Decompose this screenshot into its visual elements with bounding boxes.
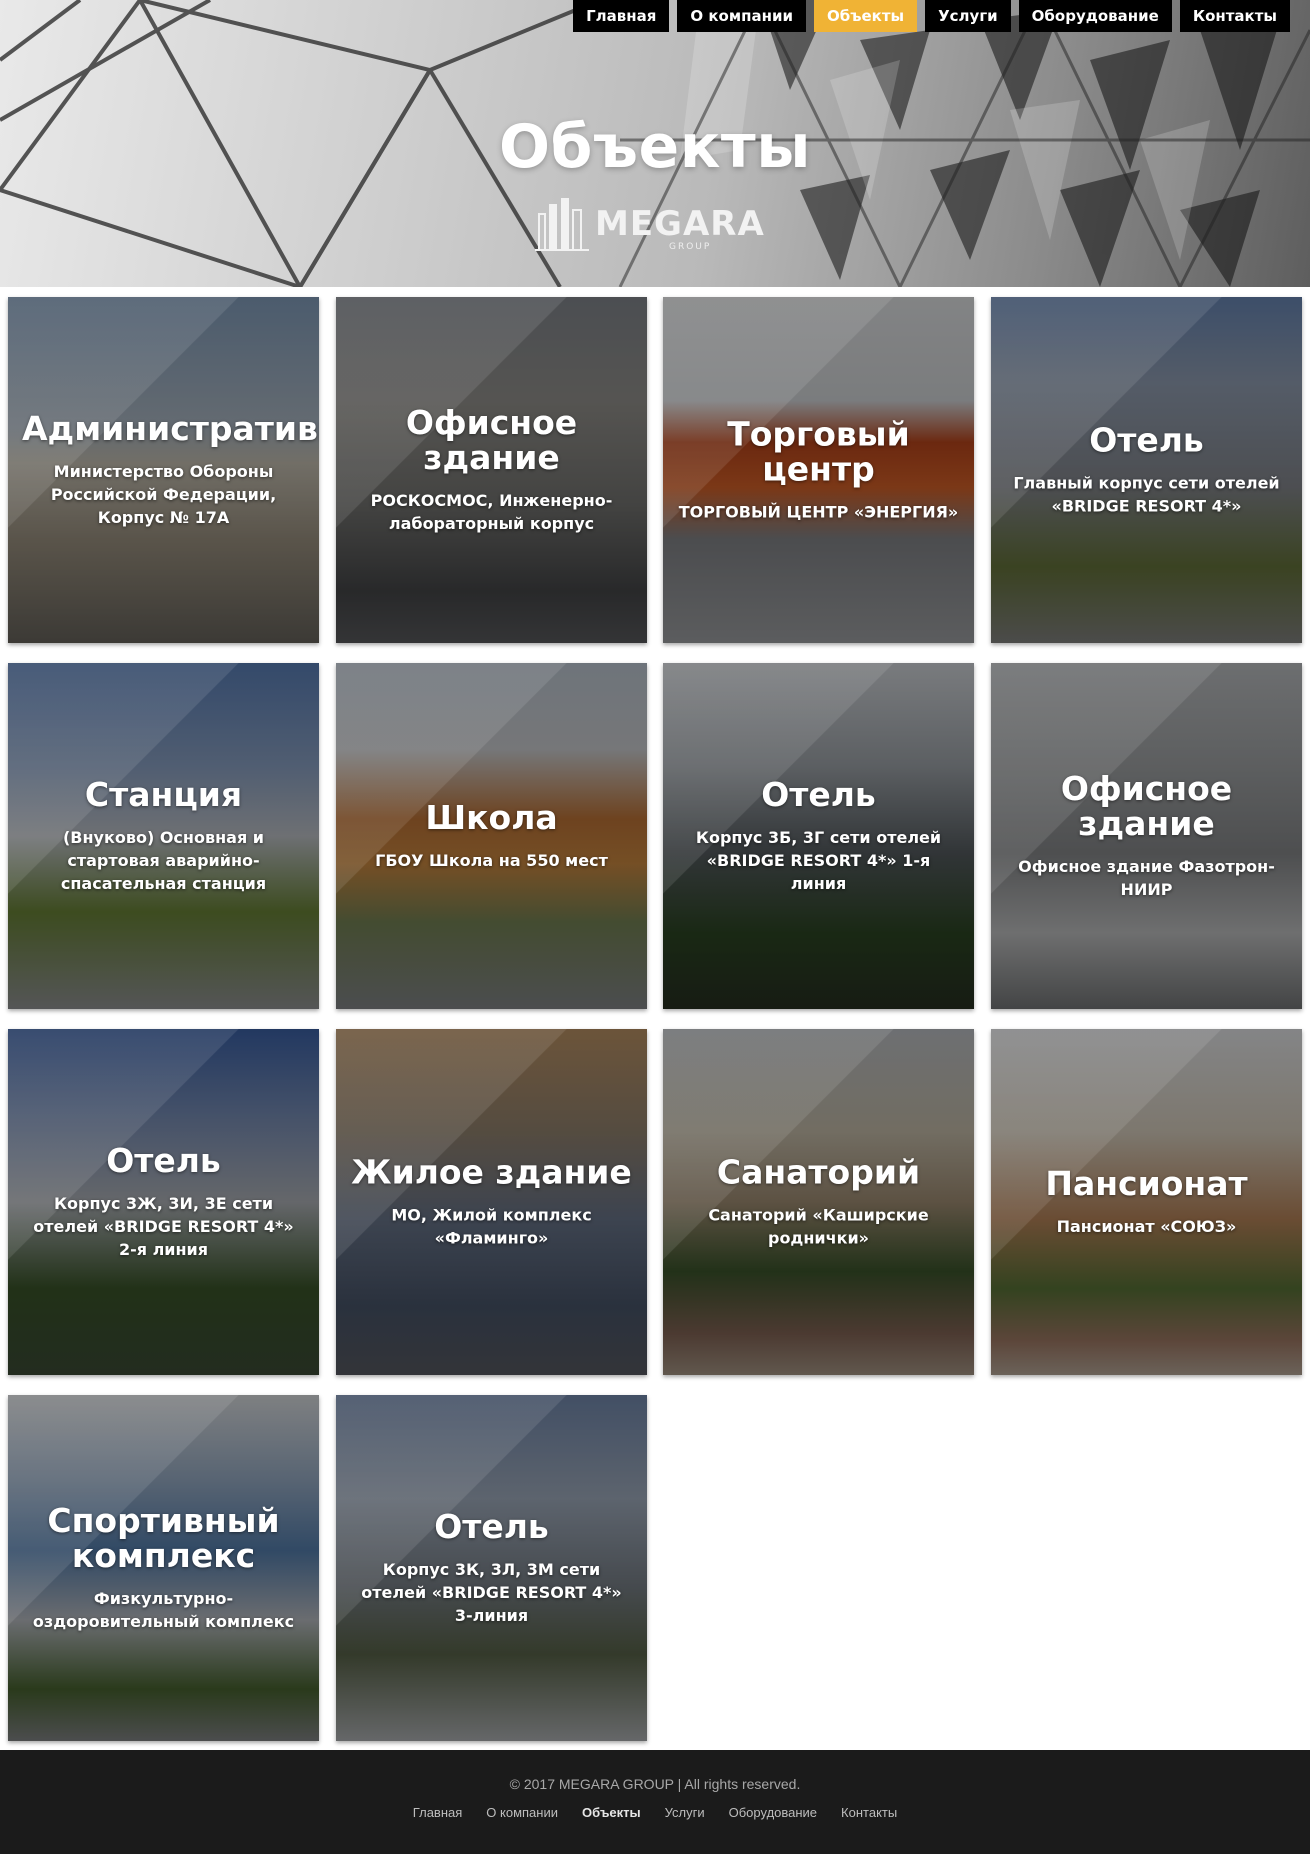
card-title: Отель	[106, 1141, 221, 1180]
object-card[interactable]: Офисное здание Офисное здание Фазотрон-Н…	[991, 663, 1302, 1009]
footer-link-about[interactable]: О компании	[486, 1805, 558, 1820]
nav-item-equipment[interactable]: Оборудование	[1018, 0, 1172, 32]
card-subtitle: Корпус 3К, 3Л, 3М сети отелей «BRIDGE RE…	[361, 1560, 622, 1625]
card-title: Торговый центр	[727, 414, 910, 489]
nav-item-contacts[interactable]: Контакты	[1179, 0, 1290, 32]
card-subtitle: ГБОУ Школа на 550 мест	[375, 851, 608, 870]
card-title: Станция	[84, 775, 243, 814]
card-title: Отель	[1089, 420, 1204, 460]
card-title: Санаторий	[716, 1152, 921, 1192]
main-nav: Главная О компании Объекты Услуги Оборуд…	[573, 0, 1290, 32]
logo-building-icon	[535, 198, 589, 251]
card-title: Административное здание	[22, 409, 319, 448]
logo-text: MEGARA	[595, 204, 765, 244]
footer-link-services[interactable]: Услуги	[665, 1805, 705, 1820]
object-card[interactable]: Спортивный комплекс Физкультурно-оздоров…	[8, 1395, 319, 1741]
page-title: Объекты	[499, 112, 811, 182]
card-subtitle: МО, Жилой комплекс «Фламинго»	[391, 1205, 592, 1248]
logo-subtext: GROUP	[669, 242, 712, 252]
object-card[interactable]: Отель Корпус 3Б, 3Г сети отелей «BRIDGE …	[663, 663, 974, 1009]
card-title: Отель	[434, 1507, 549, 1546]
card-title: Офисное здание	[405, 403, 578, 477]
card-subtitle: Корпус 3Ж, 3И, 3Е сети отелей «BRIDGE RE…	[33, 1194, 294, 1259]
footer-link-equipment[interactable]: Оборудование	[729, 1805, 817, 1820]
object-card[interactable]: Школа ГБОУ Школа на 550 мест	[336, 663, 647, 1009]
object-card[interactable]: Офисное здание РОСКОСМОС, Инженерно-лабо…	[336, 297, 647, 643]
object-card[interactable]: Отель Корпус 3К, 3Л, 3М сети отелей «BRI…	[336, 1395, 647, 1741]
card-title: Отель	[761, 775, 876, 814]
object-card[interactable]: Административное здание Министерство Обо…	[8, 297, 319, 643]
card-subtitle: Корпус 3Б, 3Г сети отелей «BRIDGE RESORT…	[695, 828, 942, 893]
nav-item-objects[interactable]: Объекты	[813, 0, 918, 32]
footer-link-contacts[interactable]: Контакты	[841, 1805, 897, 1820]
card-title: Спортивный комплекс	[47, 1501, 280, 1575]
nav-item-home[interactable]: Главная	[573, 0, 670, 32]
object-card[interactable]: Санаторий Санаторий «Каширские роднички»	[663, 1029, 974, 1375]
card-subtitle: Офисное здание Фазотрон-НИИР	[1018, 857, 1275, 899]
card-subtitle: Главный корпус сети отелей «BRIDGE RESOR…	[1013, 473, 1280, 516]
object-card[interactable]: Пансионат Пансионат «СОЮЗ»	[991, 1029, 1302, 1375]
copyright-text: © 2017 MEGARA GROUP | All rights reserve…	[509, 1776, 801, 1792]
card-subtitle: Министерство Обороны Российской Федераци…	[50, 462, 277, 527]
hero-banner: Главная О компании Объекты Услуги Оборуд…	[0, 0, 1310, 287]
object-card[interactable]: Отель Корпус 3Ж, 3И, 3Е сети отелей «BRI…	[8, 1029, 319, 1375]
card-subtitle: (Внуково) Основная и стартовая аварийно-…	[60, 828, 267, 893]
card-subtitle: Санаторий «Каширские роднички»	[708, 1205, 929, 1248]
megara-logo: MEGARA GROUP	[533, 194, 779, 256]
card-title: Жилое здание	[351, 1152, 632, 1192]
footer-nav: Главная О компании Объекты Услуги Оборуд…	[0, 1805, 1310, 1820]
card-subtitle: Физкультурно-оздоровительный комплекс	[32, 1589, 295, 1631]
object-card[interactable]: Станция (Внуково) Основная и стартовая а…	[8, 663, 319, 1009]
card-title: Школа	[425, 798, 558, 837]
object-card[interactable]: Отель Главный корпус сети отелей «BRIDGE…	[991, 297, 1302, 643]
nav-item-services[interactable]: Услуги	[925, 0, 1011, 32]
footer-link-home[interactable]: Главная	[413, 1805, 462, 1820]
card-subtitle: Пансионат «СОЮЗ»	[1056, 1217, 1237, 1236]
card-title: Пансионат	[1045, 1164, 1248, 1203]
object-card[interactable]: Торговый центр ТОРГОВЫЙ ЦЕНТР «ЭНЕРГИЯ»	[663, 297, 974, 643]
footer: © 2017 MEGARA GROUP | All rights reserve…	[0, 1750, 1310, 1854]
nav-item-about[interactable]: О компании	[677, 0, 806, 32]
object-card[interactable]: Жилое здание МО, Жилой комплекс «Фламинг…	[336, 1029, 647, 1375]
card-title: Офисное здание	[1060, 769, 1233, 843]
footer-link-objects[interactable]: Объекты	[582, 1805, 641, 1820]
card-subtitle: ТОРГОВЫЙ ЦЕНТР «ЭНЕРГИЯ»	[678, 502, 959, 522]
card-subtitle: РОСКОСМОС, Инженерно-лабораторный корпус	[370, 491, 613, 533]
